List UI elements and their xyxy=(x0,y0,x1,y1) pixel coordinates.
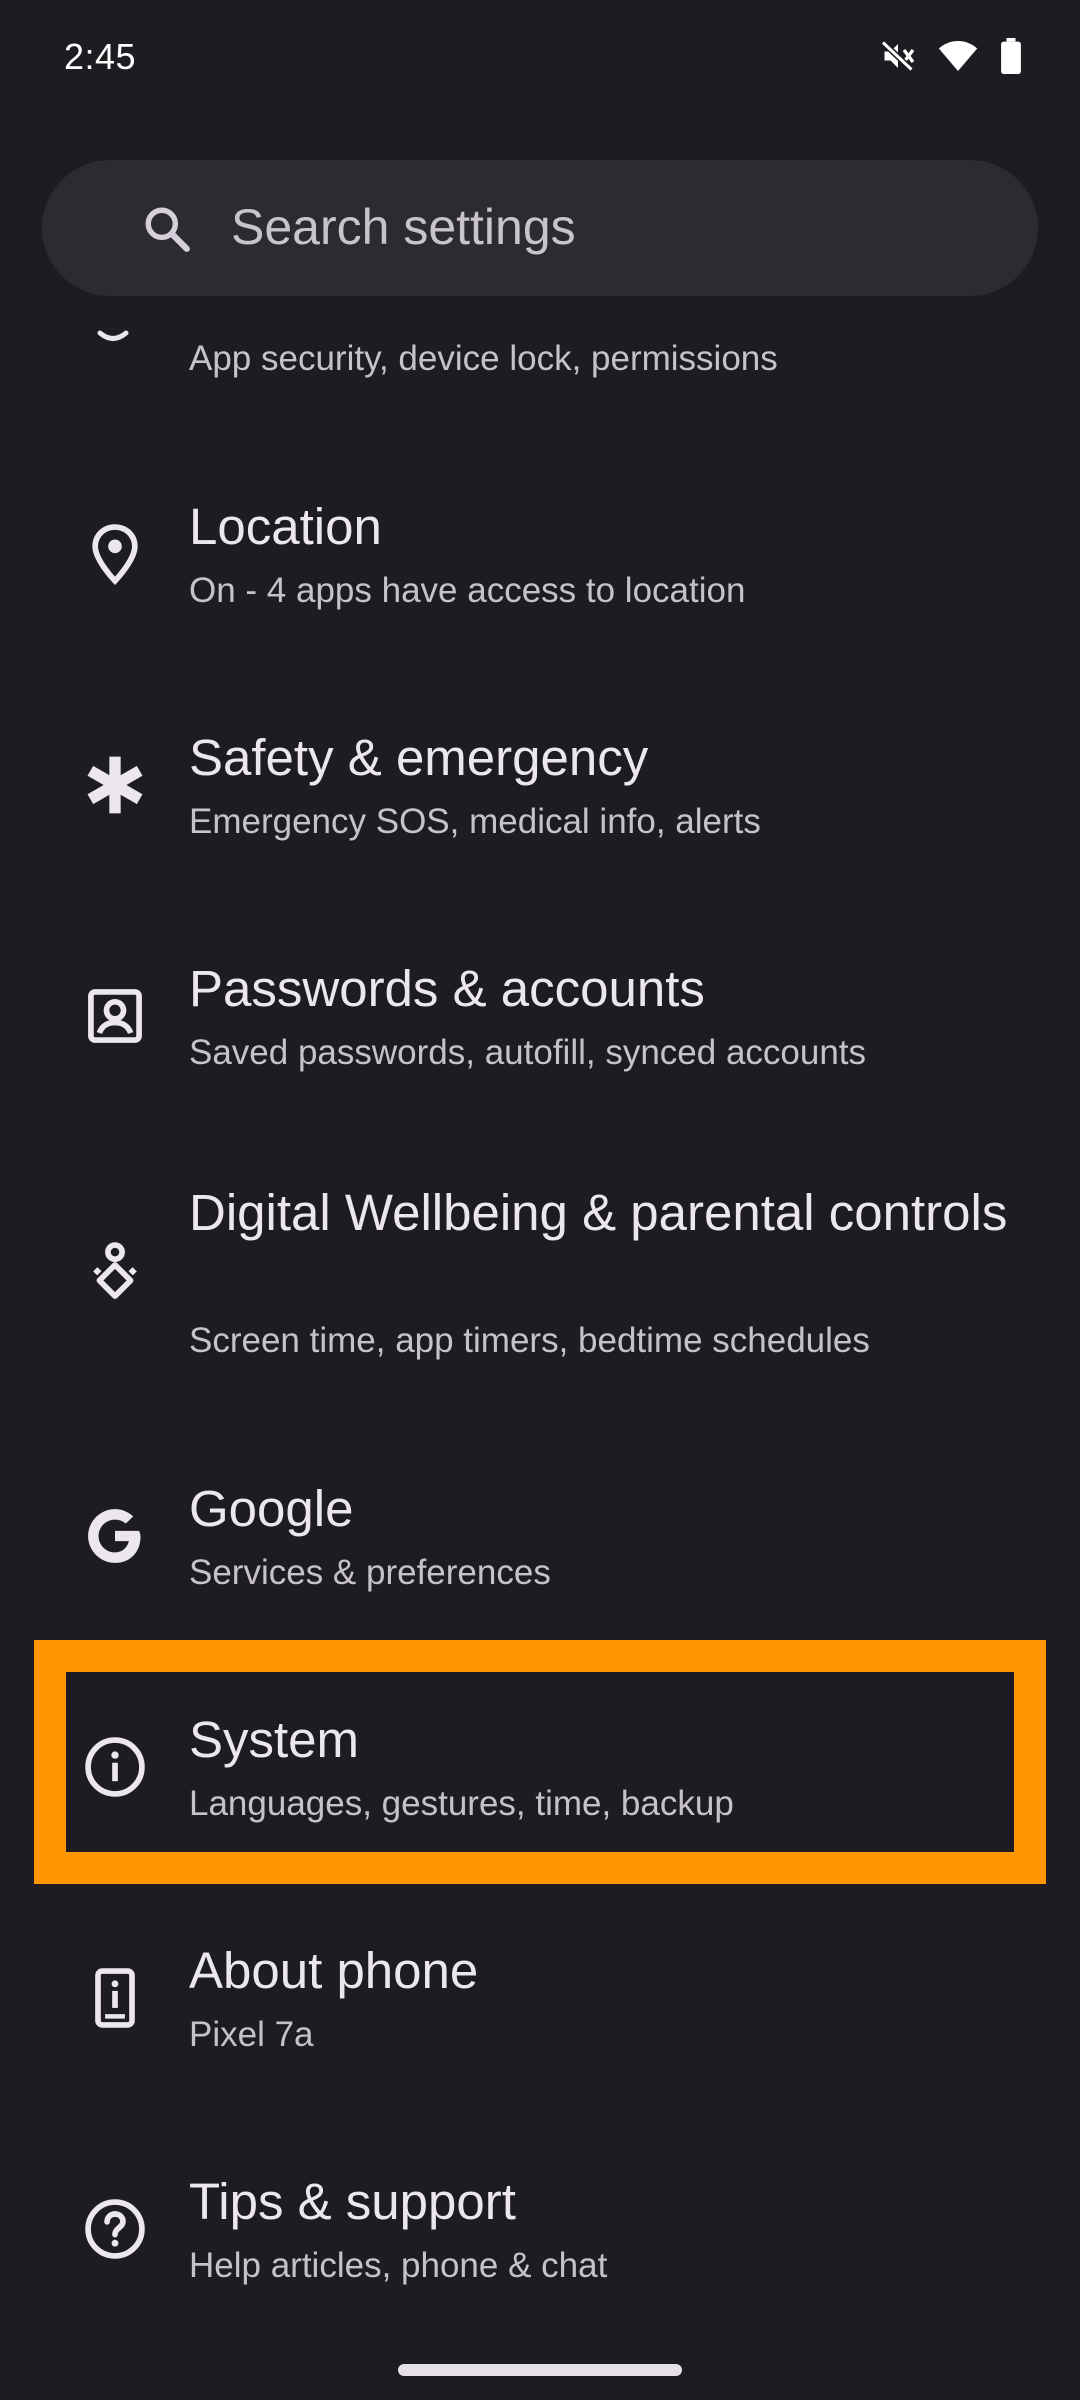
settings-item-subtitle: Pixel 7a xyxy=(189,2015,314,2054)
settings-item-subtitle: Help articles, phone & chat xyxy=(189,2246,608,2285)
settings-item-subtitle: Services & preferences xyxy=(189,1553,551,1592)
settings-item-title: Location xyxy=(189,498,382,555)
settings-item-security[interactable]: App security, device lock, permissions xyxy=(0,300,1080,430)
settings-item-subtitle: On - 4 apps have access to location xyxy=(189,571,746,610)
settings-item-title: Digital Wellbeing & parental controls xyxy=(189,1184,1008,1241)
settings-item-subtitle: Saved passwords, autofill, synced accoun… xyxy=(189,1033,867,1072)
search-input[interactable]: Search settings xyxy=(231,198,576,256)
battery-icon xyxy=(1001,38,1021,74)
security-icon xyxy=(97,330,129,341)
wifi-icon xyxy=(938,41,978,71)
wellbeing-icon xyxy=(93,1242,137,1299)
location-pin-icon xyxy=(92,524,138,586)
google-g-icon xyxy=(88,1509,141,1563)
settings-item-google[interactable]: Google Services & preferences xyxy=(0,1462,1080,1632)
highlight-box xyxy=(34,1640,1046,1884)
settings-item-passwords[interactable]: Passwords & accounts Saved passwords, au… xyxy=(0,942,1080,1112)
settings-item-title: Google xyxy=(189,1480,354,1537)
settings-item-location[interactable]: Location On - 4 apps have access to loca… xyxy=(0,480,1080,650)
status-time: 2:45 xyxy=(64,36,137,77)
asterisk-icon xyxy=(87,756,143,814)
settings-item-about[interactable]: About phone Pixel 7a xyxy=(0,1924,1080,2094)
home-indicator[interactable] xyxy=(398,2364,682,2376)
status-icons xyxy=(880,38,1022,74)
account-box-icon xyxy=(88,989,142,1043)
settings-item-tips[interactable]: Tips & support Help articles, phone & ch… xyxy=(0,2155,1080,2325)
settings-item-wellbeing[interactable]: Digital Wellbeing & parental controls Sc… xyxy=(0,1172,1080,1372)
status-bar: 2:45 xyxy=(0,0,1080,118)
search-bar[interactable]: Search settings xyxy=(42,160,1038,296)
settings-item-subtitle: Emergency SOS, medical info, alerts xyxy=(189,802,761,841)
help-circle-icon xyxy=(85,2199,145,2259)
settings-item-title: About phone xyxy=(189,1942,479,1999)
phone-info-icon xyxy=(95,1968,135,2028)
search-icon xyxy=(145,207,190,252)
settings-item-safety[interactable]: Safety & emergency Emergency SOS, medica… xyxy=(0,711,1080,881)
settings-item-subtitle: App security, device lock, permissions xyxy=(189,339,778,378)
settings-item-title: Passwords & accounts xyxy=(189,960,705,1017)
mute-icon xyxy=(880,40,915,72)
settings-item-subtitle: Screen time, app timers, bedtime schedul… xyxy=(189,1321,870,1360)
settings-item-title: Tips & support xyxy=(189,2173,516,2230)
settings-item-title: Safety & emergency xyxy=(189,729,649,786)
